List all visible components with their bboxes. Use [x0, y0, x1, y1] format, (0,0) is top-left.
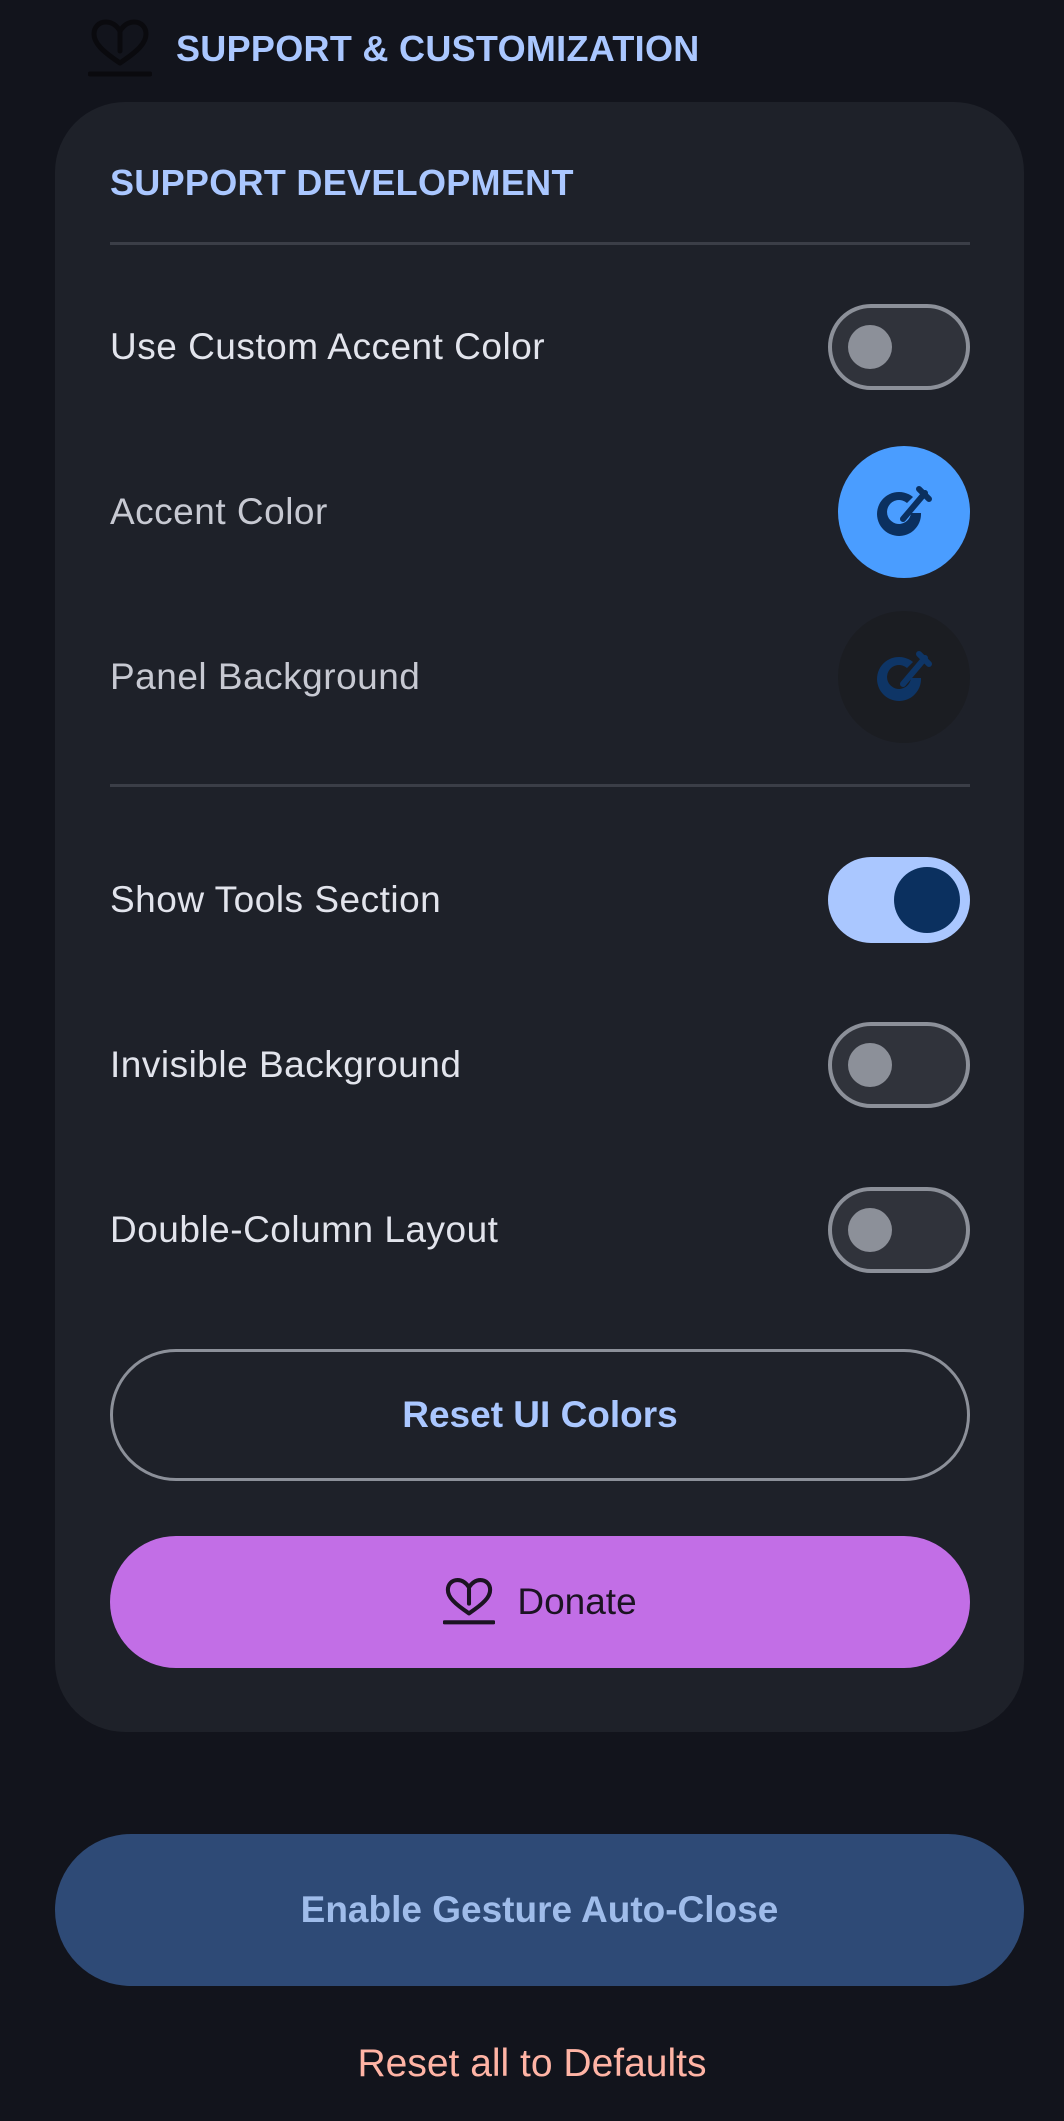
row-label: Accent Color — [110, 491, 328, 532]
heart-hand-icon — [443, 1578, 496, 1625]
color-picker-icon — [877, 486, 932, 536]
section-title: SUPPORT & CUSTOMIZATION — [176, 28, 700, 69]
row-invisible-background: Invisible Background — [110, 1000, 970, 1130]
use-custom-accent-switch[interactable] — [828, 304, 970, 390]
switch-knob — [848, 1208, 892, 1252]
divider — [110, 784, 970, 787]
row-label: Use Custom Accent Color — [110, 326, 546, 367]
switch-knob — [894, 867, 960, 933]
panel-background-swatch[interactable] — [838, 611, 970, 743]
double-column-switch[interactable] — [828, 1187, 970, 1273]
settings-page: SUPPORT & CUSTOMIZATION SUPPORT DEVELOPM… — [0, 0, 1064, 2121]
reset-ui-colors-button[interactable]: Reset UI Colors — [110, 1349, 970, 1481]
row-double-column: Double-Column Layout — [110, 1165, 970, 1295]
invisible-background-switch[interactable] — [828, 1022, 970, 1108]
row-label: Double-Column Layout — [110, 1209, 499, 1250]
donate-button[interactable]: Donate — [110, 1536, 970, 1668]
row-label: Show Tools Section — [110, 879, 442, 920]
card-title: SUPPORT DEVELOPMENT — [110, 162, 574, 203]
section-header: SUPPORT & CUSTOMIZATION — [88, 18, 700, 80]
enable-gesture-auto-close-button[interactable]: Enable Gesture Auto-Close — [55, 1834, 1024, 1986]
divider — [110, 242, 970, 245]
donate-label: Donate — [517, 1581, 637, 1622]
switch-knob — [848, 1043, 892, 1087]
show-tools-switch[interactable] — [828, 857, 970, 943]
support-card: SUPPORT DEVELOPMENT Use Custom Accent Co… — [55, 102, 1024, 1732]
row-label: Invisible Background — [110, 1044, 462, 1085]
color-picker-icon — [877, 651, 932, 701]
accent-color-swatch[interactable] — [838, 446, 970, 578]
row-show-tools: Show Tools Section — [110, 835, 970, 965]
reset-all-defaults-link[interactable]: Reset all to Defaults — [0, 2036, 1064, 2092]
row-use-custom-accent: Use Custom Accent Color — [110, 282, 970, 412]
heart-hand-icon — [88, 19, 152, 77]
row-panel-background: Panel Background — [110, 611, 970, 743]
switch-knob — [848, 325, 892, 369]
row-label: Panel Background — [110, 656, 421, 697]
row-accent-color: Accent Color — [110, 446, 970, 578]
